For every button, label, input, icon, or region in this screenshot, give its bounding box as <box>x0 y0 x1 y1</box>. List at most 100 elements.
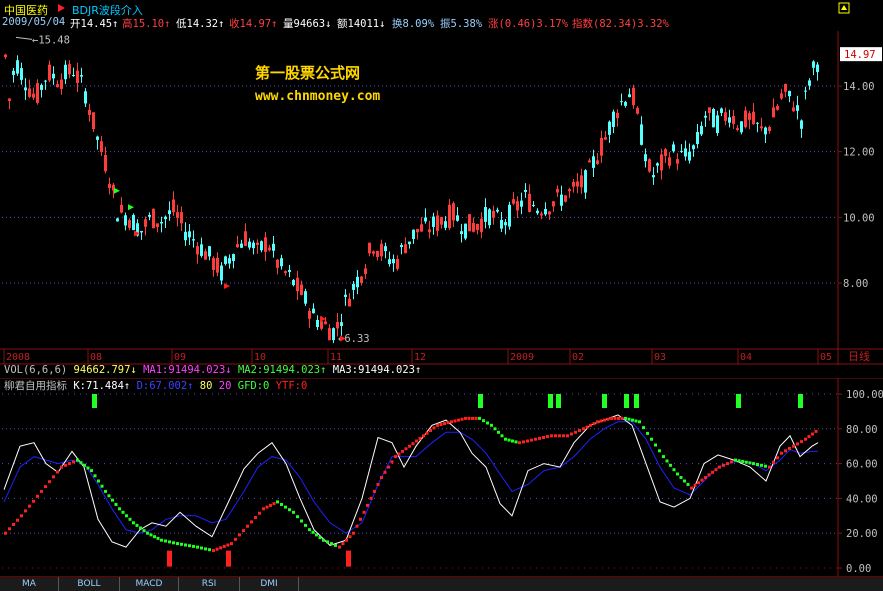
candle-body-down <box>240 243 243 248</box>
signal-step <box>514 440 518 444</box>
sell-signal-bar <box>736 394 741 408</box>
date-tick-label: 11 <box>330 352 342 363</box>
candle-body-up <box>760 126 763 129</box>
candle-body-down <box>812 61 815 68</box>
signal-step <box>125 514 128 518</box>
tab-boll[interactable]: BOLL <box>59 577 120 591</box>
buy-signal-bar <box>346 550 351 567</box>
signal-step <box>192 544 195 548</box>
signal-step <box>114 503 118 506</box>
candle-body-down <box>200 244 203 256</box>
quote-volume: 量94663↓ <box>283 18 332 30</box>
date-tick-label: 12 <box>414 352 426 363</box>
signal-step <box>359 517 362 521</box>
signal-step <box>404 447 408 451</box>
signal-step <box>8 527 11 531</box>
signal-step <box>796 442 799 446</box>
quote-open: 开14.45↑ <box>70 18 119 30</box>
candle-body-up <box>540 213 543 216</box>
candle-body-down <box>816 64 819 73</box>
candle-body-down <box>796 105 799 111</box>
indicator-tabs: MA BOLL MACD RSI DMI <box>0 576 883 591</box>
candle-body-down <box>640 124 643 145</box>
signal-step <box>650 437 653 441</box>
signal-step <box>262 507 265 511</box>
candle-body-down <box>672 144 675 152</box>
signal-step <box>20 514 23 518</box>
candle-body-down <box>756 122 759 124</box>
candle-body-down <box>356 276 359 288</box>
signal-step <box>107 494 111 498</box>
signal-step <box>542 436 545 439</box>
signal-step <box>634 419 638 423</box>
indicator-lines <box>3 414 819 553</box>
signal-step <box>734 458 737 462</box>
signal-step <box>296 515 299 519</box>
candlestick-chart[interactable]: ←15.48←6.33 14.0012.0010.008.0014.97 200… <box>0 31 883 366</box>
indicator-chart[interactable]: 100.00 80.00 60.00 40.00 20.00 0.00 <box>0 378 883 576</box>
candle-body-down <box>96 136 99 140</box>
tab-dmi[interactable]: DMI <box>240 577 299 591</box>
signal-step <box>807 435 811 439</box>
candle-body-down <box>612 111 615 127</box>
candle-body-down <box>652 175 655 178</box>
indicator-tick-label: 60.00 <box>846 459 878 471</box>
candle-body-down <box>464 223 467 239</box>
signal-step <box>397 452 401 456</box>
signal-step <box>97 479 100 483</box>
quote-amount: 额14011↓ <box>337 18 386 30</box>
signal-step <box>574 430 577 434</box>
candle-body-down <box>344 294 347 297</box>
signal-step <box>811 432 814 436</box>
candle-body-down <box>208 246 211 257</box>
signal-step <box>784 449 787 453</box>
signal-step <box>90 469 93 473</box>
candle-body-down <box>584 170 587 193</box>
candle-body-down <box>80 75 83 77</box>
watermark-url[interactable]: www.chnmoney.com <box>255 89 380 104</box>
signal-step <box>744 460 748 464</box>
tab-macd[interactable]: MACD <box>120 577 179 591</box>
tab-rsi[interactable]: RSI <box>179 577 240 591</box>
candles <box>4 53 819 344</box>
candle-body-down <box>680 150 683 152</box>
signal-step <box>219 546 223 550</box>
triangle-right-icon[interactable] <box>56 3 66 13</box>
candle-body-down <box>740 121 743 133</box>
signal-step <box>760 463 763 467</box>
signal-step <box>500 434 504 438</box>
tab-ma[interactable]: MA <box>0 577 59 591</box>
signal-step <box>200 546 203 550</box>
signal-step <box>308 528 311 532</box>
signal-step <box>631 418 634 422</box>
signal-step <box>164 539 167 543</box>
quote-info-bar: 2009/05/04 开14.45↑ 高15.10↑ 低14.32↑ 收14.9… <box>0 16 883 31</box>
candle-body-down <box>500 219 503 229</box>
candle-body-down <box>280 258 283 267</box>
candle-body-down <box>704 115 707 118</box>
signal-step <box>460 417 464 421</box>
candle-body-down <box>628 94 631 98</box>
candle-body-down <box>424 217 427 222</box>
signal-step <box>610 416 613 420</box>
candle-body-down <box>332 328 335 341</box>
candle-body-down <box>608 121 611 135</box>
signal-step <box>52 475 55 479</box>
candle-body-down <box>764 127 767 135</box>
candle-body-down <box>64 64 67 80</box>
date-tick-label: 04 <box>740 352 752 363</box>
signal-step <box>756 463 759 466</box>
candle-body-down <box>808 80 811 86</box>
signal-step <box>322 538 325 542</box>
signal-step <box>467 416 471 420</box>
signal-step <box>56 470 59 474</box>
signal-step <box>48 480 51 484</box>
candle-body-down <box>544 208 547 215</box>
signal-step <box>28 504 31 508</box>
signal-step <box>436 423 439 427</box>
signal-step <box>726 462 729 466</box>
buy-signal-bar <box>167 550 172 567</box>
pin-icon[interactable] <box>838 2 850 14</box>
candle-body-down <box>496 209 499 212</box>
signal-step <box>250 520 253 524</box>
